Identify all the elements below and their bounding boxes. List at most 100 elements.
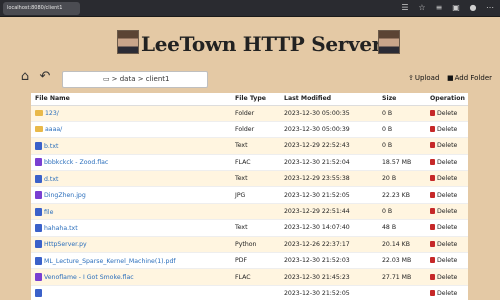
delete-button[interactable]: Delete xyxy=(426,219,468,237)
file-modified-cell: 2023-12-30 21:52:05 xyxy=(280,186,378,204)
file-name-cell: ML_Lecture_Sparse_Kernel_Machine(1).pdf xyxy=(31,252,231,270)
file-modified-cell: 2023-12-30 05:00:35 xyxy=(280,105,378,122)
file-link[interactable]: hahaha.txt xyxy=(44,225,78,232)
file-size-cell: 0 B xyxy=(378,137,426,155)
trash-icon xyxy=(430,109,435,116)
table-row: 123/Folder 2023-12-30 05:00:35 0 B Delete xyxy=(31,105,468,122)
browser-toolbar: localhost:8080/client1 ☰ ☆ ≡ ▣ ● ⋯ xyxy=(0,0,500,17)
file-name-cell: hahaha.txt xyxy=(31,219,231,237)
delete-button[interactable]: Delete xyxy=(426,252,468,270)
column-header-type[interactable]: File Type xyxy=(231,93,280,106)
delete-label: Delete xyxy=(437,142,458,150)
table-row: file 2023-12-29 22:51:44 0 B Delete xyxy=(31,203,468,221)
profile-icon[interactable]: ● xyxy=(467,1,479,15)
file-link[interactable]: HttpServer.py xyxy=(44,241,87,248)
table-row: 2023-12-30 21:52:05 Delete xyxy=(31,285,468,300)
audio-icon xyxy=(35,273,42,282)
file-table: File Name File Type Last Modified Size O… xyxy=(31,93,468,300)
delete-label: Delete xyxy=(437,289,458,297)
delete-button[interactable]: Delete xyxy=(426,268,468,286)
delete-label: Delete xyxy=(437,240,458,248)
file-link[interactable]: ML_Lecture_Sparse_Kernel_Machine(1).pdf xyxy=(44,258,176,265)
extensions-icon[interactable]: ☰ xyxy=(399,1,411,15)
file-link[interactable]: DingZhen.jpg xyxy=(44,192,86,199)
file-modified-cell: 2023-12-30 21:52:03 xyxy=(280,252,378,270)
add-folder-button[interactable]: ■Add Folder xyxy=(447,71,492,85)
file-toolbar: ⌂ ↶ ▭ > data > client1 ⇪Upload ■Add Folde… xyxy=(0,68,500,90)
column-header-name[interactable]: File Name xyxy=(31,93,231,106)
delete-label: Delete xyxy=(437,273,458,281)
table-row: b.txt Text 2023-12-29 22:52:43 0 B Delete xyxy=(31,137,468,155)
delete-button[interactable]: Delete xyxy=(426,154,468,172)
delete-label: Delete xyxy=(437,175,458,183)
file-name-cell: DingZhen.jpg xyxy=(31,186,231,204)
file-link[interactable]: aaaa/ xyxy=(45,126,62,133)
file-modified-cell: 2023-12-30 21:52:05 xyxy=(280,285,378,300)
file-size-cell: 22.03 MB xyxy=(378,252,426,270)
collections-icon[interactable]: ▣ xyxy=(450,1,462,15)
delete-button[interactable]: Delete xyxy=(426,105,468,122)
file-name-cell: 123/ xyxy=(31,105,231,122)
delete-label: Delete xyxy=(437,257,458,265)
back-arrow-icon[interactable]: ↶ xyxy=(38,70,52,84)
file-size-cell: 20.14 KB xyxy=(378,236,426,254)
trash-icon xyxy=(430,142,435,149)
delete-label: Delete xyxy=(437,224,458,232)
file-size-cell: 0 B xyxy=(378,121,426,139)
file-link[interactable]: Venoflame - I Got Smoke.flac xyxy=(44,274,134,281)
delete-button[interactable]: Delete xyxy=(426,236,468,254)
page-title: LeeTown HTTP Server xyxy=(141,32,382,56)
column-header-modified[interactable]: Last Modified xyxy=(280,93,378,106)
trash-icon xyxy=(430,289,435,296)
table-row: bbbkckck - Zood.flac FLAC 2023-12-30 21:52… xyxy=(31,154,468,172)
upload-button[interactable]: ⇪Upload xyxy=(408,71,439,85)
delete-button[interactable]: Delete xyxy=(426,137,468,155)
delete-label: Delete xyxy=(437,208,458,216)
file-type-cell: JPG xyxy=(231,186,280,204)
file-type-cell: Python xyxy=(231,236,280,254)
browser-actions: ☰ ☆ ≡ ▣ ● ⋯ xyxy=(399,1,496,15)
file-type-cell: Text xyxy=(231,219,280,237)
folder-icon xyxy=(35,126,43,133)
menu-icon[interactable]: ⋯ xyxy=(484,1,496,15)
delete-button[interactable]: Delete xyxy=(426,121,468,139)
file-modified-cell: 2023-12-30 21:45:23 xyxy=(280,268,378,286)
file-modified-cell: 2023-12-29 23:55:38 xyxy=(280,170,378,188)
file-link[interactable]: 123/ xyxy=(45,110,59,117)
file-link[interactable]: file xyxy=(44,209,53,216)
delete-button[interactable]: Delete xyxy=(426,170,468,188)
text-icon xyxy=(35,174,42,183)
file-link[interactable]: bbbkckck - Zood.flac xyxy=(44,159,108,166)
delete-button[interactable]: Delete xyxy=(426,285,468,300)
reading-list-icon[interactable]: ≡ xyxy=(433,1,445,15)
file-size-cell: 48 B xyxy=(378,219,426,237)
delete-button[interactable]: Delete xyxy=(426,203,468,221)
file-name-cell xyxy=(31,285,231,300)
file-size-cell: 27.71 MB xyxy=(378,268,426,286)
file-type-cell: FLAC xyxy=(231,154,280,172)
column-header-size[interactable]: Size xyxy=(378,93,426,106)
trash-icon xyxy=(430,257,435,264)
audio-icon xyxy=(35,158,42,167)
trash-icon xyxy=(430,191,435,198)
file-link[interactable]: b.txt xyxy=(44,143,58,150)
file-size-cell: 18.57 MB xyxy=(378,154,426,172)
file-type-cell xyxy=(231,285,280,300)
file-type-cell: Folder xyxy=(231,105,280,122)
file-link[interactable]: d.txt xyxy=(44,176,58,183)
page-header: LeeTown HTTP Server xyxy=(0,28,500,62)
file-name-cell: HttpServer.py xyxy=(31,236,231,254)
file-size-cell xyxy=(378,285,426,300)
star-icon[interactable]: ☆ xyxy=(416,1,428,15)
delete-button[interactable]: Delete xyxy=(426,186,468,204)
add-folder-icon: ■ xyxy=(447,74,454,82)
file-size-cell: 20 B xyxy=(378,170,426,188)
text-icon xyxy=(35,207,42,216)
table-row: ML_Lecture_Sparse_Kernel_Machine(1).pdf P… xyxy=(31,252,468,270)
delete-label: Delete xyxy=(437,109,458,117)
home-icon[interactable]: ⌂ xyxy=(18,70,32,84)
delete-label: Delete xyxy=(437,158,458,166)
image-icon xyxy=(35,191,42,200)
file-name-cell: file xyxy=(31,203,231,221)
address-bar[interactable]: localhost:8080/client1 xyxy=(3,2,80,15)
